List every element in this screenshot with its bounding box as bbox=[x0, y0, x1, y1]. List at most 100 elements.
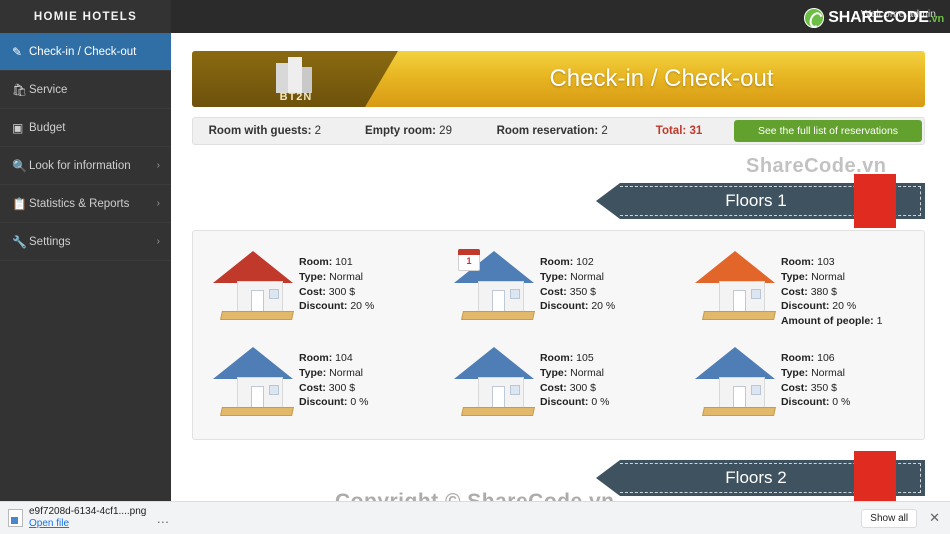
open-file-link[interactable]: Open file bbox=[29, 518, 146, 530]
room-discount-value: 20 % bbox=[350, 300, 375, 313]
room-discount-value: 0 % bbox=[832, 396, 851, 409]
sidebar-item-statistics-reports[interactable]: 📋 Statistics & Reports › bbox=[0, 185, 171, 223]
sidebar-item-label: Statistics & Reports bbox=[29, 197, 130, 210]
stat-value: 31 bbox=[689, 125, 703, 137]
close-icon[interactable]: ✕ bbox=[929, 510, 940, 526]
sidebar-item-label: Settings bbox=[29, 235, 71, 248]
sidebar-item-label: Budget bbox=[29, 121, 66, 134]
stat-total: Total: 31 bbox=[624, 125, 734, 137]
sidebar-item-service[interactable]: 🛍 Service bbox=[0, 71, 171, 109]
sharecode-leaf-icon bbox=[804, 8, 825, 28]
room-number-label: Room: bbox=[539, 351, 574, 364]
floor-heading-label: Floors 2 bbox=[725, 468, 787, 487]
sidebar-item-label: Look for information bbox=[29, 159, 131, 172]
room-number-value: 103 bbox=[817, 256, 835, 268]
room-discount-value: 20 % bbox=[832, 300, 857, 313]
room-cost-value: 350 $ bbox=[569, 285, 597, 298]
brand-name: HOMIE HOTELS bbox=[33, 10, 138, 23]
rooms-panel-floor-1: Room: 101 Type: Normal Cost: 300 $ Disco… bbox=[192, 230, 925, 440]
house-icon bbox=[689, 341, 781, 419]
room-type-value: Normal bbox=[811, 366, 845, 379]
sidebar-item-look-for-information[interactable]: 🔍 Look for information › bbox=[0, 147, 171, 185]
room-discount-label: Discount: bbox=[780, 396, 830, 409]
clipboard-icon: 📋 bbox=[12, 196, 27, 211]
room-card[interactable]: Room: 101 Type: Normal Cost: 300 $ Disco… bbox=[197, 239, 438, 335]
show-all-downloads-button[interactable]: Show all bbox=[861, 508, 918, 528]
chevron-right-icon: › bbox=[156, 160, 160, 171]
room-card[interactable]: Room: 105 Type: Normal Cost: 300 $ Disco… bbox=[438, 335, 679, 425]
room-cost-value: 300 $ bbox=[328, 285, 356, 298]
room-type-value: Normal bbox=[811, 270, 845, 283]
room-type-label: Type: bbox=[299, 270, 327, 283]
room-type-value: Normal bbox=[570, 270, 604, 283]
room-discount-label: Discount: bbox=[539, 396, 589, 409]
stat-room-reservation: Room reservation: 2 bbox=[480, 125, 624, 137]
chevron-right-icon: › bbox=[156, 198, 160, 209]
room-type-value: Normal bbox=[329, 270, 363, 283]
room-cost-label: Cost: bbox=[780, 285, 808, 298]
room-info: Room: 101 Type: Normal Cost: 300 $ Disco… bbox=[299, 245, 374, 314]
room-number-label: Room: bbox=[539, 256, 574, 268]
room-number-value: 101 bbox=[335, 256, 353, 268]
room-number-value: 105 bbox=[576, 351, 594, 364]
room-discount-value: 0 % bbox=[591, 396, 610, 409]
room-discount-label: Discount: bbox=[780, 300, 830, 313]
room-card[interactable]: Room: 103 Type: Normal Cost: 380 $ Disco… bbox=[679, 239, 920, 335]
download-item[interactable]: e9f7208d-6134-4cf1....png Open file bbox=[8, 506, 146, 530]
room-number-value: 106 bbox=[817, 351, 835, 364]
room-type-label: Type: bbox=[539, 366, 568, 379]
room-cost-label: Cost: bbox=[780, 381, 808, 394]
room-type-label: Type: bbox=[780, 366, 809, 379]
money-icon: ▣ bbox=[12, 120, 24, 135]
chevron-right-icon: › bbox=[156, 236, 160, 247]
room-cost-label: Cost: bbox=[539, 285, 567, 298]
floor-heading-label: Floors 1 bbox=[725, 191, 787, 210]
stat-value: 2 bbox=[601, 125, 608, 137]
sidebar-item-settings[interactable]: 🔧 Settings › bbox=[0, 223, 171, 261]
page-banner: BT2N Check-in / Check-out bbox=[192, 51, 925, 107]
stat-empty-rooms: Empty room: 29 bbox=[337, 125, 481, 137]
room-number-label: Room: bbox=[780, 256, 815, 268]
brand-logo[interactable]: HOMIE HOTELS bbox=[0, 0, 171, 33]
room-card[interactable]: 1 Room: 102 Type: Normal Cost: 350 $ Dis… bbox=[438, 239, 679, 335]
sidebar-item-checkin-checkout[interactable]: ✎ Check-in / Check-out bbox=[0, 33, 171, 71]
room-discount-value: 0 % bbox=[350, 396, 369, 409]
stats-bar: Room with guests: 2 Empty room: 29 Room … bbox=[192, 117, 925, 145]
room-people-value: 1 bbox=[876, 315, 883, 328]
page-title: Check-in / Check-out bbox=[549, 65, 774, 92]
download-menu-icon[interactable]: … bbox=[156, 511, 170, 526]
room-cost-value: 380 $ bbox=[810, 285, 837, 298]
wrench-icon: 🔧 bbox=[12, 234, 27, 249]
room-card[interactable]: Room: 104 Type: Normal Cost: 300 $ Disco… bbox=[197, 335, 438, 425]
sidebar-item-label: Service bbox=[29, 83, 68, 96]
file-icon bbox=[8, 509, 23, 527]
room-cost-value: 300 $ bbox=[328, 381, 356, 394]
calendar-badge-icon: 1 bbox=[457, 249, 480, 271]
sharecode-logo-text: SHARECODE.vn bbox=[828, 9, 944, 26]
see-full-reservation-list-button[interactable]: See the full list of reservations bbox=[734, 120, 923, 142]
hotel-building-icon bbox=[268, 57, 318, 93]
room-cost-label: Cost: bbox=[539, 381, 567, 394]
room-number-value: 102 bbox=[576, 256, 594, 268]
stat-label: Empty room: bbox=[365, 125, 436, 137]
room-cost-label: Cost: bbox=[299, 285, 326, 298]
stat-value: 29 bbox=[439, 125, 452, 137]
stat-label: Total: bbox=[655, 125, 687, 137]
room-info: Room: 104 Type: Normal Cost: 300 $ Disco… bbox=[299, 341, 368, 410]
stat-label: Room with guests: bbox=[208, 125, 312, 137]
room-type-value: Normal bbox=[570, 366, 604, 379]
room-discount-label: Discount: bbox=[539, 300, 589, 313]
room-type-label: Type: bbox=[780, 270, 809, 283]
floor-header-1: Floors 1 bbox=[596, 174, 925, 228]
room-number-label: Room: bbox=[299, 256, 333, 268]
room-cost-value: 300 $ bbox=[569, 381, 597, 394]
sidebar-item-budget[interactable]: ▣ Budget bbox=[0, 109, 171, 147]
top-bar: HOMIE HOTELS Welcome admin SHARECODE.vn bbox=[0, 0, 950, 33]
stat-rooms-with-guests: Room with guests: 2 bbox=[193, 125, 337, 137]
room-info: Room: 106 Type: Normal Cost: 350 $ Disco… bbox=[781, 341, 850, 410]
room-card[interactable]: Room: 106 Type: Normal Cost: 350 $ Disco… bbox=[679, 335, 920, 425]
room-cost-label: Cost: bbox=[299, 381, 326, 394]
download-bar: e9f7208d-6134-4cf1....png Open file … Sh… bbox=[0, 501, 950, 534]
room-discount-value: 20 % bbox=[591, 300, 616, 313]
room-number-value: 104 bbox=[335, 351, 353, 364]
